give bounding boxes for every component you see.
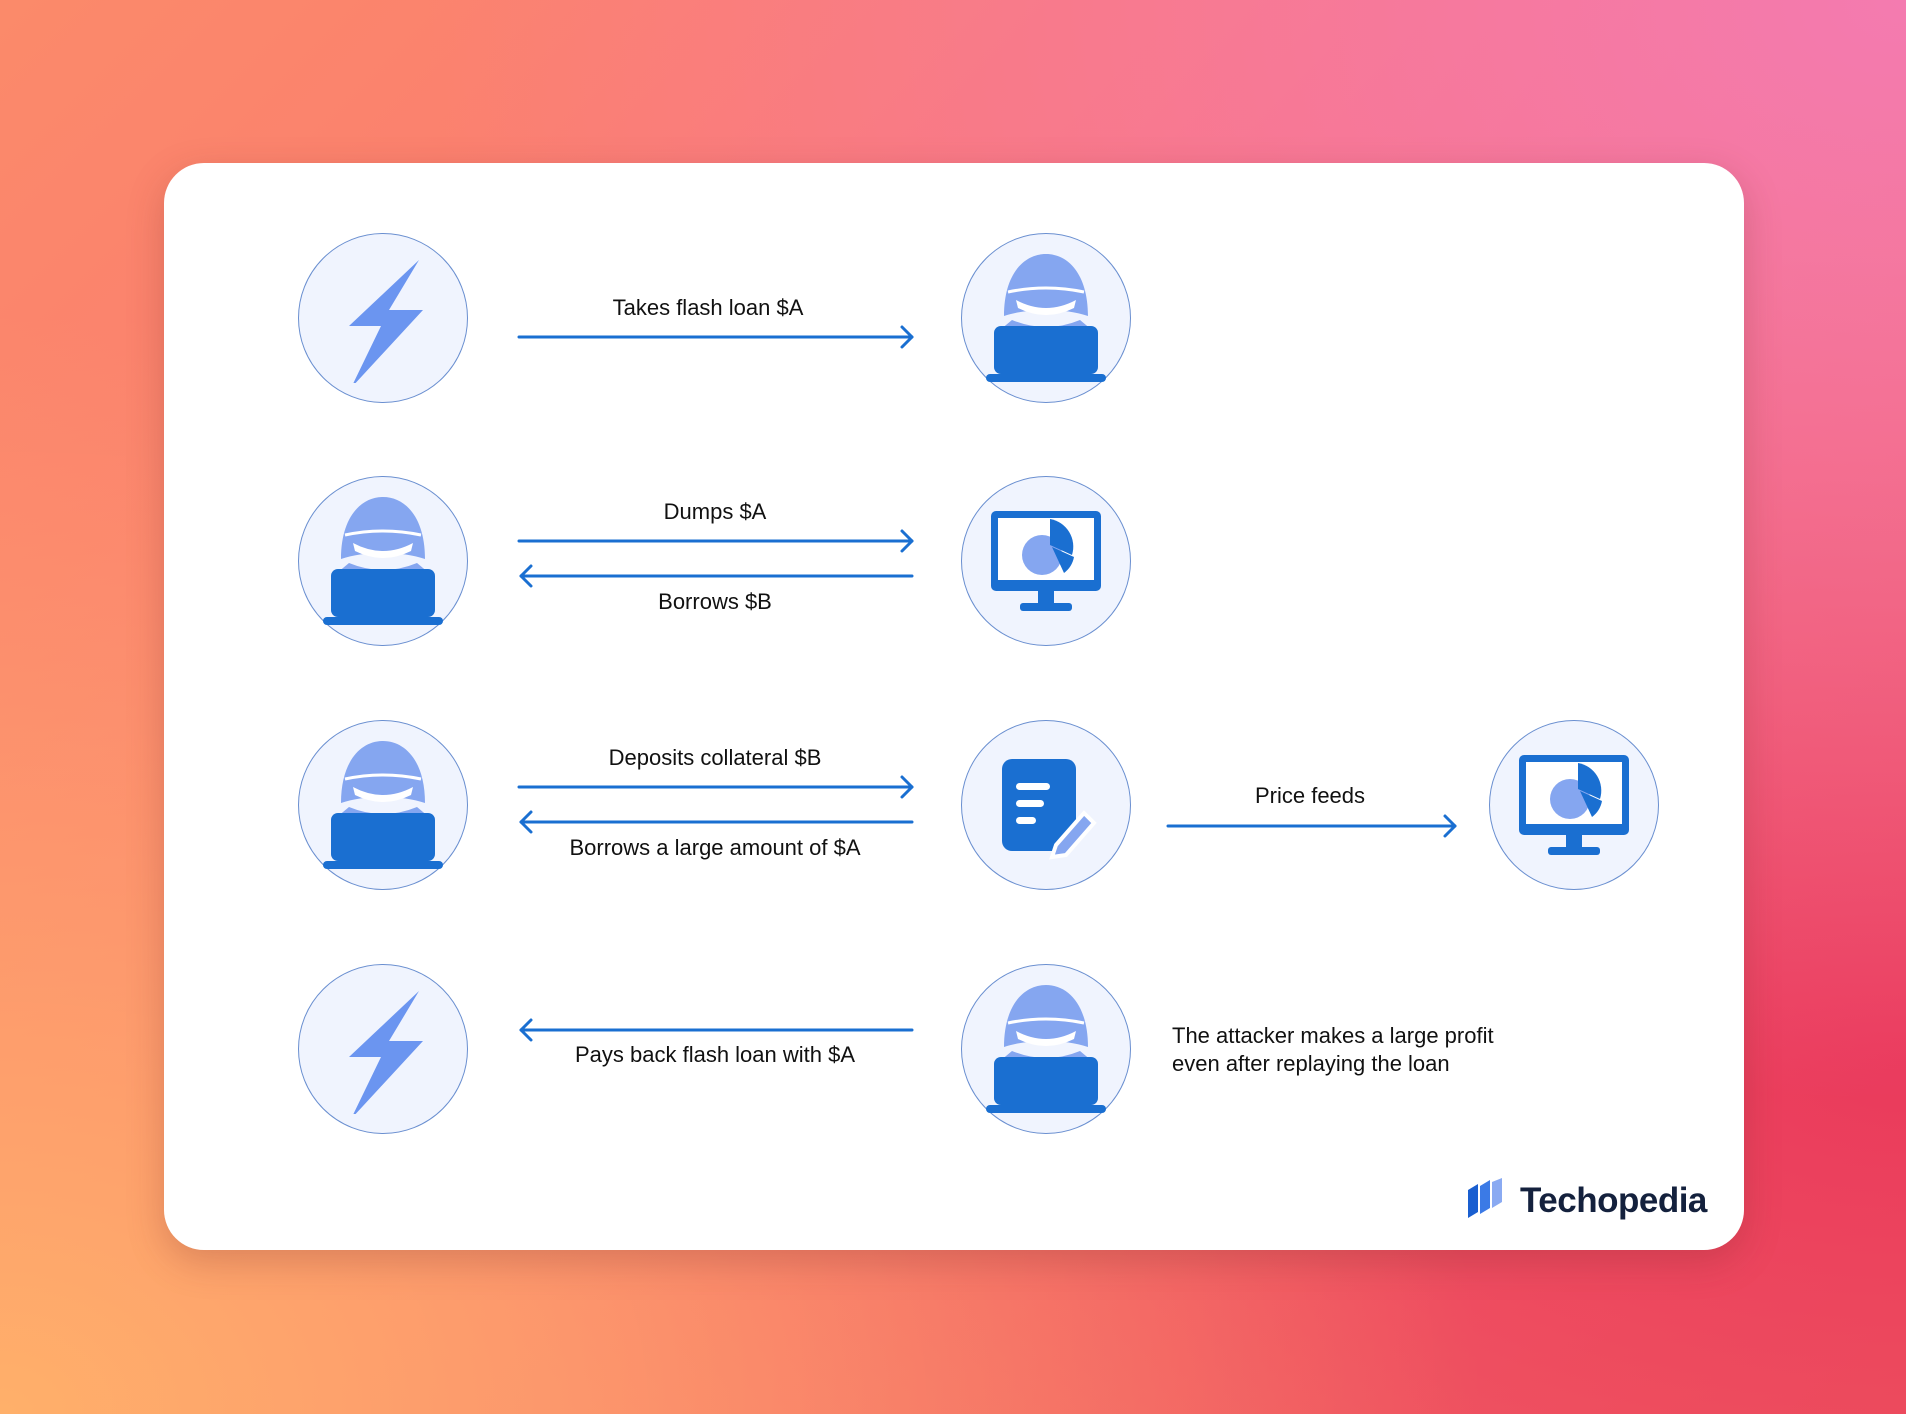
dumps-label: Dumps $A (663, 499, 767, 524)
arrow-pays-back (519, 1018, 914, 1042)
arrow-borrows-large (519, 810, 914, 834)
brand-name: Techopedia (1520, 1181, 1707, 1220)
deposits-collateral-label: Deposits collateral $B (608, 745, 822, 770)
arrow-price-feeds (1166, 814, 1457, 838)
borrows-large-amount-label: Borrows a large amount of $A (569, 835, 861, 860)
diagram-card: Takes flash loan $A Dumps $A Borrows $B … (164, 163, 1744, 1250)
pays-back-label: Pays back flash loan with $A (574, 1042, 856, 1067)
profit-note-line1: The attacker makes a large profit (1172, 1023, 1494, 1048)
brand-logo: Techopedia (1466, 1177, 1707, 1225)
arrow-borrows-b (519, 564, 914, 588)
arrow-takes-flash-loan (517, 325, 914, 349)
takes-flash-loan-label: Takes flash loan $A (612, 295, 804, 320)
arrow-deposits-collateral (517, 775, 914, 799)
flow-arrows (517, 325, 1457, 1042)
profit-note-line2: even after replaying the loan (1172, 1051, 1450, 1076)
arrow-dumps (517, 529, 914, 553)
techopedia-logo-icon (1466, 1177, 1508, 1225)
price-feeds-label: Price feeds (1254, 783, 1366, 808)
borrows-b-label: Borrows $B (658, 589, 772, 614)
